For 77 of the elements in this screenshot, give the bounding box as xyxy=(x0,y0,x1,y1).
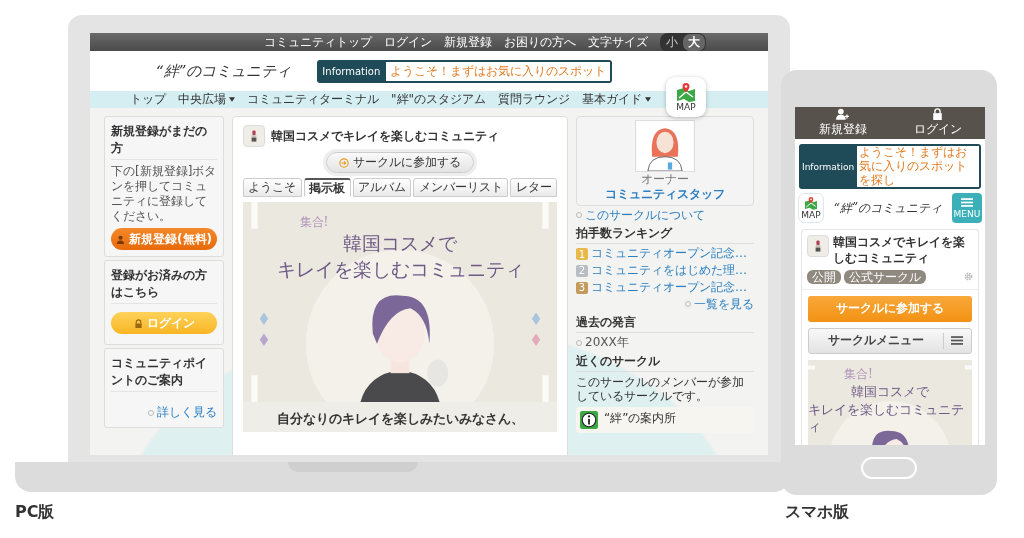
menu-icon xyxy=(951,336,963,346)
circle-title: 韓国コスメでキレイを楽しむコミュニティ xyxy=(271,127,499,145)
nav-link[interactable]: コミュニティターミナル xyxy=(247,91,379,108)
information-label: Information xyxy=(801,161,856,172)
banner-heading: 韓国コスメで xyxy=(343,231,457,256)
nearby-circle-card[interactable]: “絆”の案内所 xyxy=(576,406,754,433)
banner-heading: キレイを楽しむコミュニティ xyxy=(808,400,965,436)
ranking-link[interactable]: コミュニティをはじめた理… xyxy=(591,264,747,278)
enter-icon xyxy=(339,157,349,168)
nav-link[interactable]: 中央広場 xyxy=(178,91,235,108)
circle-menu-button[interactable]: サークルメニュー xyxy=(808,327,972,354)
information-label: Information xyxy=(321,65,382,77)
nav-link[interactable]: "絆"のスタジアム xyxy=(391,91,487,108)
owner-name[interactable]: コミュニティスタッフ xyxy=(605,187,725,202)
avatar xyxy=(635,120,695,172)
nav-link[interactable]: トップ xyxy=(130,91,166,108)
ranking-link[interactable]: コミュニティオープン記念… xyxy=(591,280,747,295)
rank-badge: 2 xyxy=(576,264,588,277)
card-text: 下の[新規登録]ボタンを押してコミュニティに登録してください。 xyxy=(111,164,217,224)
caret-icon xyxy=(229,97,235,102)
rank-badge: 3 xyxy=(576,281,588,294)
circle-title: 韓国コスメでキレイを楽しむコミュニティ xyxy=(833,235,966,267)
card-title: 新規登録がまだの方 xyxy=(111,123,217,160)
top-link[interactable]: ログイン xyxy=(384,33,432,51)
site-logo[interactable]: “絆”のコミュニティ xyxy=(156,61,292,81)
settings-icon[interactable] xyxy=(964,272,973,282)
map-button[interactable]: MAP xyxy=(798,193,824,224)
nav-link[interactable]: 基本ガイド xyxy=(582,91,652,108)
ranking-link[interactable]: コミュニティオープン記念… xyxy=(591,247,747,261)
nav-link[interactable]: 質問ラウンジ xyxy=(498,91,571,108)
tag: 公式サークル xyxy=(844,269,926,284)
card-title: コミュニティポイントのご案内 xyxy=(111,355,217,392)
login-button[interactable]: ログイン xyxy=(890,107,985,139)
top-link[interactable]: 新規登録 xyxy=(444,33,492,51)
rank-badge: 1 xyxy=(576,248,588,261)
banner-tag: 集合! xyxy=(844,365,873,383)
tab[interactable]: ようこそ xyxy=(243,178,302,197)
tab[interactable]: 掲示板 xyxy=(303,178,351,197)
tab[interactable]: レター xyxy=(510,178,557,197)
info-icon xyxy=(580,410,598,429)
archive-link[interactable]: 20XX年 xyxy=(576,336,754,350)
tag: 公開 xyxy=(807,269,841,284)
map-pin-icon xyxy=(674,82,698,102)
register-button[interactable]: 新規登録 xyxy=(795,107,890,139)
banner-tag: 集合! xyxy=(299,214,329,231)
circle-name: “絆”の案内所 xyxy=(604,410,677,427)
lock-icon xyxy=(931,108,944,120)
map-button[interactable]: MAP xyxy=(666,77,706,117)
top-link[interactable]: お困りの方へ xyxy=(504,33,576,51)
lock-icon xyxy=(133,318,143,328)
font-size-label: 文字サイズ xyxy=(588,33,648,51)
section-heading: 近くのサークル xyxy=(576,354,754,372)
tab[interactable]: アルバム xyxy=(352,178,412,197)
banner-heading: 韓国コスメで xyxy=(851,382,929,401)
person-add-icon xyxy=(836,108,849,120)
tab[interactable]: メンバーリスト xyxy=(413,178,509,197)
device-label: スマホ版 xyxy=(785,502,849,523)
banner-heading: キレイを楽しむコミュニティ xyxy=(276,256,524,282)
section-text: このサークルのメンバーが参加しているサークルです。 xyxy=(576,374,745,404)
menu-icon xyxy=(961,197,973,207)
top-link[interactable]: コミュニティトップ xyxy=(264,33,372,51)
section-heading: 過去の発言 xyxy=(576,316,754,334)
site-logo[interactable]: “絆”のコミュニティ xyxy=(833,199,943,217)
intro-text: 自分なりのキレイを楽しみたいみなさん、 xyxy=(275,410,525,428)
font-size-option[interactable]: 大 xyxy=(683,33,705,51)
section-heading: 拍手数ランキング xyxy=(576,227,754,245)
card-title: 登録がお済みの方はこちら xyxy=(111,267,217,304)
view-all-link[interactable]: 一覧を見る xyxy=(685,297,754,312)
device-label: PC版 xyxy=(15,502,55,523)
caret-icon xyxy=(645,97,652,102)
join-button[interactable]: サークルに参加する xyxy=(326,152,474,173)
font-size-option[interactable]: 小 xyxy=(661,33,683,51)
owner-role: オーナー xyxy=(641,173,689,187)
details-link[interactable]: 詳しく見る xyxy=(148,404,217,421)
about-link[interactable]: このサークルについて xyxy=(576,208,754,223)
person-icon xyxy=(116,234,125,244)
map-pin-icon xyxy=(803,196,819,211)
